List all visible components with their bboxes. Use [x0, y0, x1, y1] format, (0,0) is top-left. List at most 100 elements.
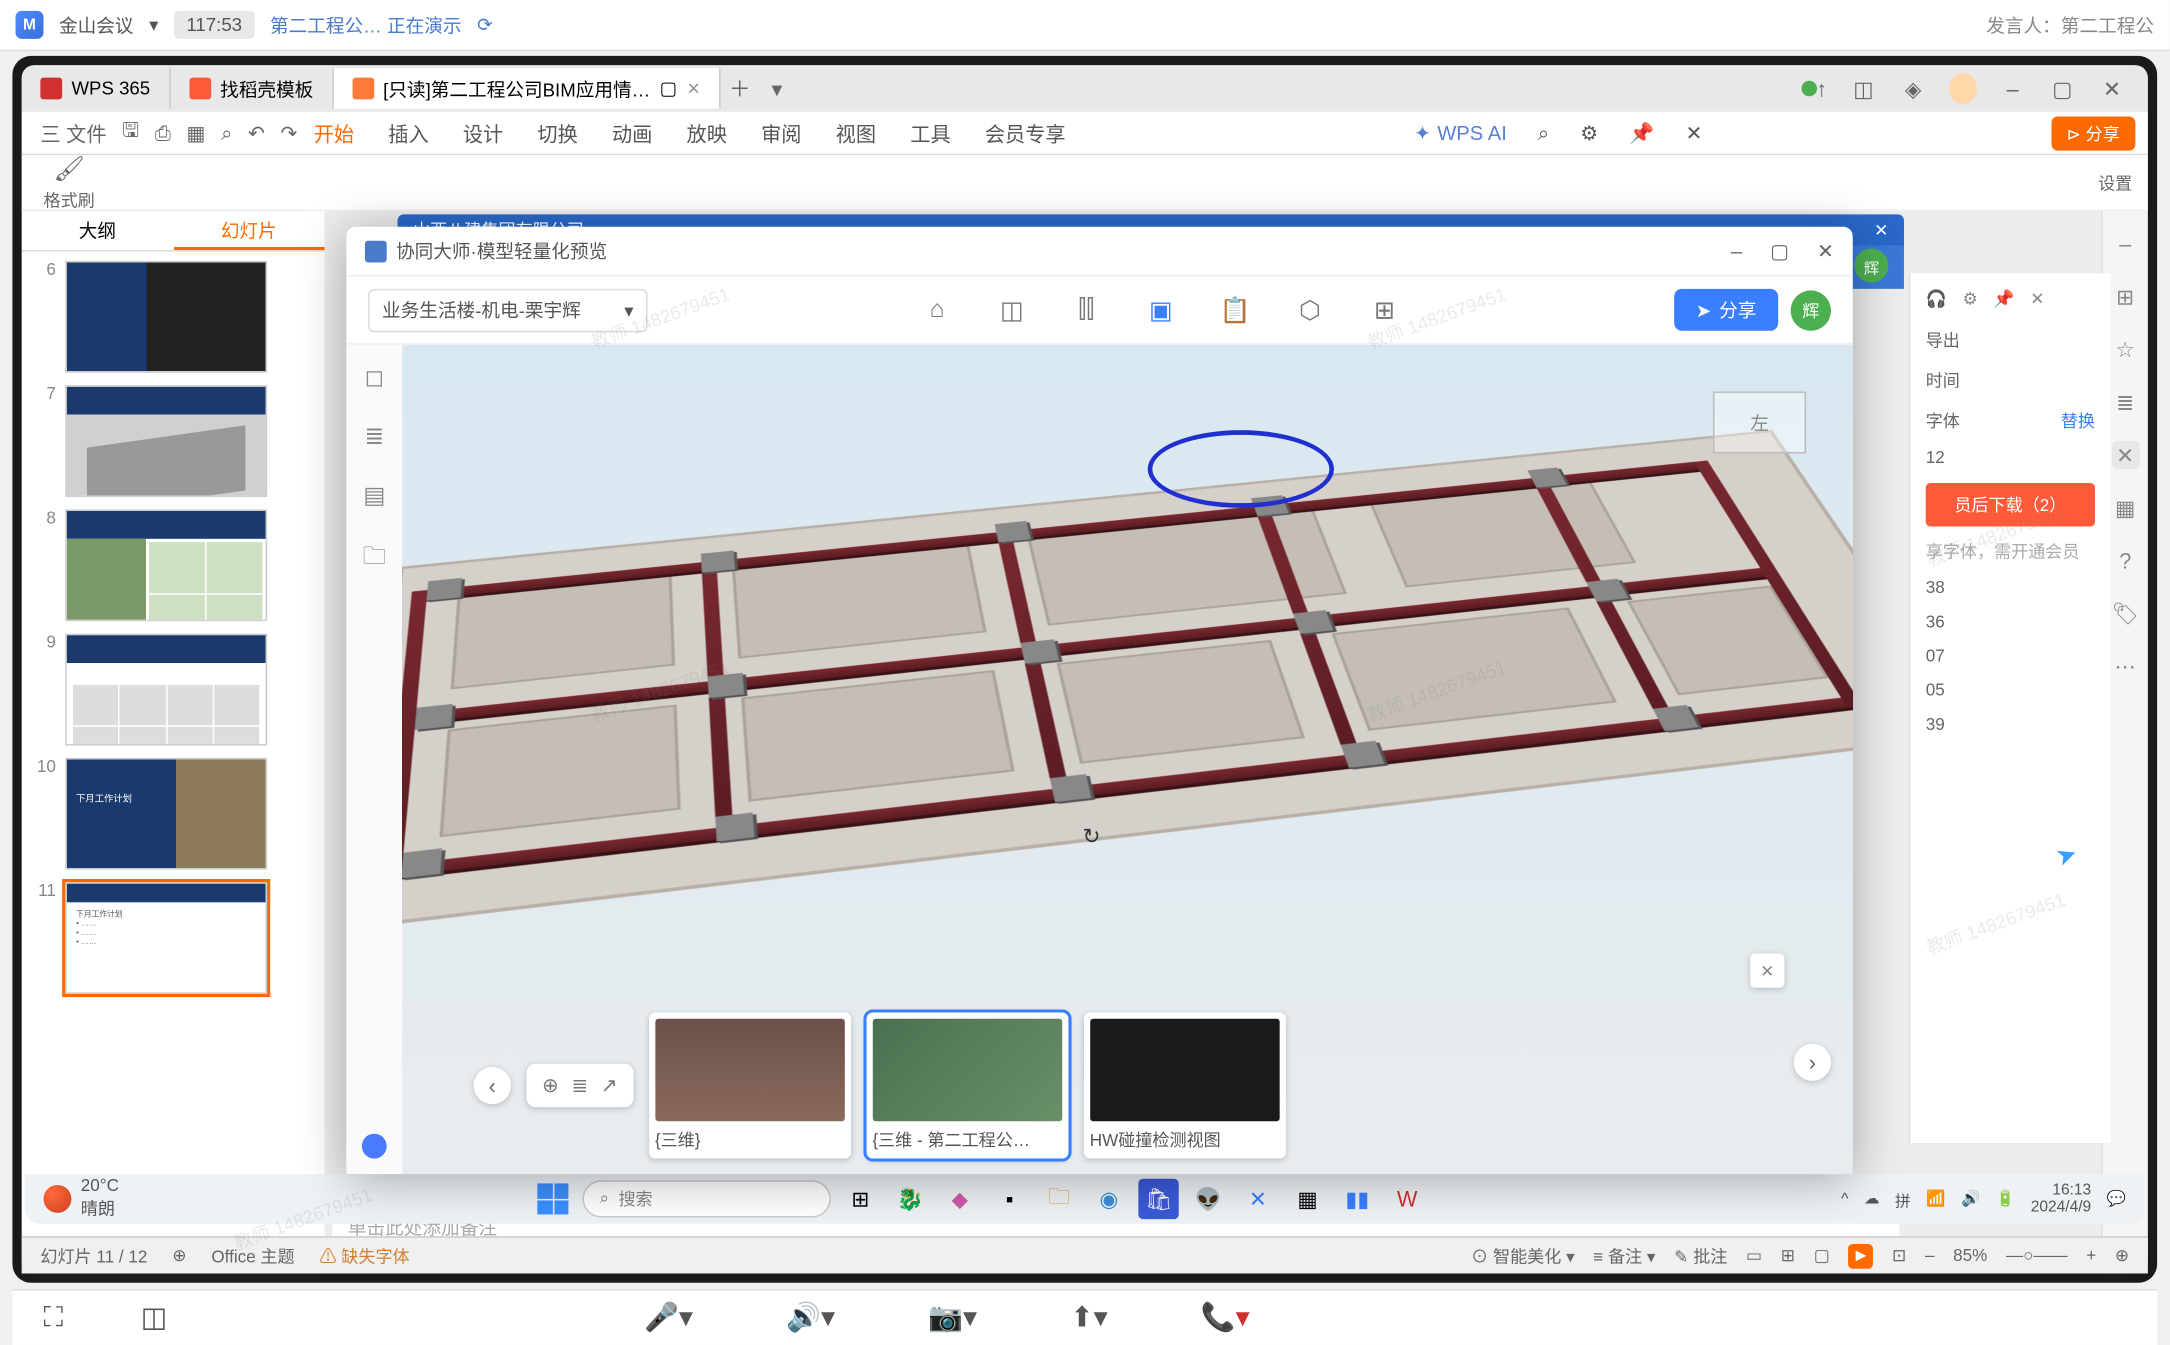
close-icon[interactable]: ✕ — [2098, 75, 2126, 103]
menu-slideshow[interactable]: 放映 — [687, 118, 727, 148]
new-tab-button[interactable]: ＋ — [721, 73, 758, 104]
section-icon[interactable]: ▣ — [1145, 294, 1176, 325]
folder-icon[interactable]: 🗀 — [363, 540, 386, 579]
wps-ai-button[interactable]: ✦ WPS AI — [1414, 120, 1507, 145]
print-icon[interactable]: ⎙ — [155, 120, 171, 145]
weather-widget[interactable]: 20°C 晴朗 — [43, 1177, 118, 1220]
grid-icon[interactable]: ⊞ — [1369, 294, 1400, 325]
minimize-icon[interactable]: – — [1731, 238, 1742, 263]
cube-icon[interactable]: ◻ — [365, 363, 384, 391]
chevron-up-icon[interactable]: ^ — [1841, 1190, 1848, 1207]
star-icon[interactable]: ☆ — [2111, 335, 2139, 363]
close-thumbs-icon[interactable]: ✕ — [1750, 954, 1784, 988]
menu-view[interactable]: 视图 — [836, 118, 876, 148]
app-icon[interactable]: 👽 — [1188, 1179, 1228, 1219]
camera-icon[interactable]: 📷▾ — [928, 1301, 977, 1334]
menu-start[interactable]: 开始 — [314, 118, 354, 148]
panel-icon[interactable]: ◫ — [1850, 75, 1878, 103]
zoom-in-icon[interactable]: + — [2086, 1246, 2096, 1265]
save-icon[interactable]: 🖫 — [122, 116, 139, 150]
menu-member[interactable]: 会员专享 — [985, 118, 1066, 148]
close-tab-icon[interactable]: ✕ — [687, 78, 701, 98]
clock[interactable]: 16:13 2024/4/9 — [2031, 1182, 2091, 1216]
menu-transition[interactable]: 切换 — [537, 118, 577, 148]
menu-animation[interactable]: 动画 — [612, 118, 652, 148]
cube-icon[interactable]: ◈ — [1899, 75, 1927, 103]
image-icon[interactable]: ▦ — [2111, 494, 2139, 522]
refresh-icon[interactable]: ⟳ — [477, 14, 493, 36]
close-icon[interactable]: ✕ — [1817, 238, 1834, 263]
notifications-icon[interactable]: 💬 — [2107, 1190, 2126, 1207]
bim-share-button[interactable]: ➤分享 — [1674, 289, 1778, 331]
menu-tools[interactable]: 工具 — [910, 118, 950, 148]
edge-icon[interactable]: ◉ — [1089, 1179, 1129, 1219]
wps-icon[interactable]: W — [1387, 1179, 1427, 1219]
menu-insert[interactable]: 插入 — [388, 118, 428, 148]
missing-font-warning[interactable]: ⚠ 缺失字体 — [319, 1243, 409, 1268]
add-view-icon[interactable]: ⊕ — [542, 1073, 559, 1098]
layout-icon[interactable]: ⊞ — [2111, 283, 2139, 311]
notes-toggle[interactable]: ≡ 备注 ▾ — [1593, 1243, 1655, 1268]
redo-icon[interactable]: ↷ — [280, 120, 297, 145]
split-icon[interactable]: ◫ — [996, 294, 1027, 325]
maximize-icon[interactable]: ▢ — [1770, 238, 1789, 263]
download-button[interactable]: 员后下载（2） — [1926, 483, 2095, 526]
app-icon[interactable]: ▦ — [1288, 1179, 1328, 1219]
view-thumbnail[interactable]: HW碰撞检测视图 — [1084, 1013, 1286, 1159]
bim-avatar[interactable]: 辉 — [1791, 290, 1831, 330]
view-thumbnail[interactable]: {三维} — [649, 1013, 851, 1159]
visibility-toggle-icon[interactable] — [362, 1134, 387, 1159]
search-icon[interactable]: ⌕ — [1538, 120, 1549, 145]
search-icon[interactable]: ⌕ — [221, 120, 232, 145]
volume-icon[interactable]: 🔊 — [1961, 1190, 1980, 1207]
view-normal-icon[interactable]: ▭ — [1746, 1246, 1762, 1266]
beautify-button[interactable]: ⊙ 智能美化 ▾ — [1471, 1243, 1574, 1268]
comments-toggle[interactable]: ✎ 批注 — [1674, 1243, 1727, 1268]
mic-icon[interactable]: 🎤▾ — [644, 1301, 693, 1334]
tab-menu-button[interactable]: ▾ — [758, 75, 795, 101]
app-icon[interactable]: ◆ — [940, 1179, 980, 1219]
model-selector-dropdown[interactable]: 业务生活楼-机电-栗宇辉▾ — [368, 288, 648, 331]
settings-label[interactable]: 设置 — [2098, 170, 2132, 195]
more-icon[interactable]: ⋯ — [2111, 652, 2139, 680]
gear-icon[interactable]: ⚙ — [1963, 289, 1978, 309]
slides-tab[interactable]: 幻灯片 — [173, 211, 324, 250]
tools-icon[interactable]: ✕ — [2111, 441, 2139, 469]
layers-icon[interactable]: ▤ — [363, 481, 385, 509]
home-icon[interactable]: ⌂ — [922, 294, 953, 325]
layers-icon[interactable]: ≣ — [2111, 388, 2139, 416]
thumbs-prev-button[interactable]: ‹ — [474, 1067, 511, 1104]
menu-review[interactable]: 审阅 — [761, 118, 801, 148]
tag-icon[interactable]: 🏷 — [2111, 599, 2139, 627]
help-icon[interactable]: ? — [2111, 547, 2139, 575]
layout-icon[interactable]: ◫ — [141, 1301, 167, 1334]
sync-icon[interactable]: ↑ — [1800, 75, 1828, 103]
settings-icon[interactable]: ⚙ — [1580, 120, 1598, 145]
store-icon[interactable]: 🛍 — [1138, 1179, 1178, 1219]
wifi-icon[interactable]: 📶 — [1926, 1190, 1945, 1207]
replace-link[interactable]: 替换 — [2061, 408, 2095, 433]
fit-window-icon[interactable]: ⊕ — [2115, 1246, 2129, 1266]
bim-3d-viewport[interactable]: ↻ 左 ‹ ⊕ ≣ ↗ {三维} {三维 - — [402, 345, 1853, 1174]
headphone-icon[interactable]: 🎧 — [1926, 289, 1947, 309]
menu-design[interactable]: 设计 — [463, 118, 503, 148]
zoom-out-icon[interactable]: – — [1925, 1246, 1935, 1265]
close-panel-icon[interactable]: ✕ — [1686, 120, 1703, 145]
language-icon[interactable]: 拼 — [1895, 1187, 1911, 1210]
slideshow-button[interactable]: ▶ — [1849, 1243, 1874, 1268]
app-icon[interactable]: 🐉 — [890, 1179, 930, 1219]
wps-tab-templates[interactable]: 找稻壳模板 — [170, 68, 333, 108]
slide-thumbnail[interactable]: 8 — [31, 509, 315, 621]
start-button[interactable] — [533, 1179, 573, 1219]
avatar[interactable] — [1949, 75, 1977, 103]
app-icon[interactable]: ✕ — [1238, 1179, 1278, 1219]
view-reading-icon[interactable]: ▢ — [1814, 1246, 1830, 1266]
bim-titlebar[interactable]: 协同大师·模型轻量化预览 – ▢ ✕ — [346, 227, 1852, 277]
columns-icon[interactable]: ⫿⫿ — [1071, 294, 1102, 325]
end-call-icon[interactable]: 📞▾ — [1201, 1301, 1250, 1334]
list-icon[interactable]: ≣ — [571, 1073, 588, 1098]
view-thumbnail[interactable]: {三维 - 第二工程公… — [866, 1013, 1068, 1159]
wps-tab-document[interactable]: [只读]第二工程公司BIM应用情… ▢ ✕ — [333, 68, 721, 108]
slide-thumbnail[interactable]: 6 — [31, 261, 315, 373]
minimize-icon[interactable]: – — [1999, 75, 2027, 103]
